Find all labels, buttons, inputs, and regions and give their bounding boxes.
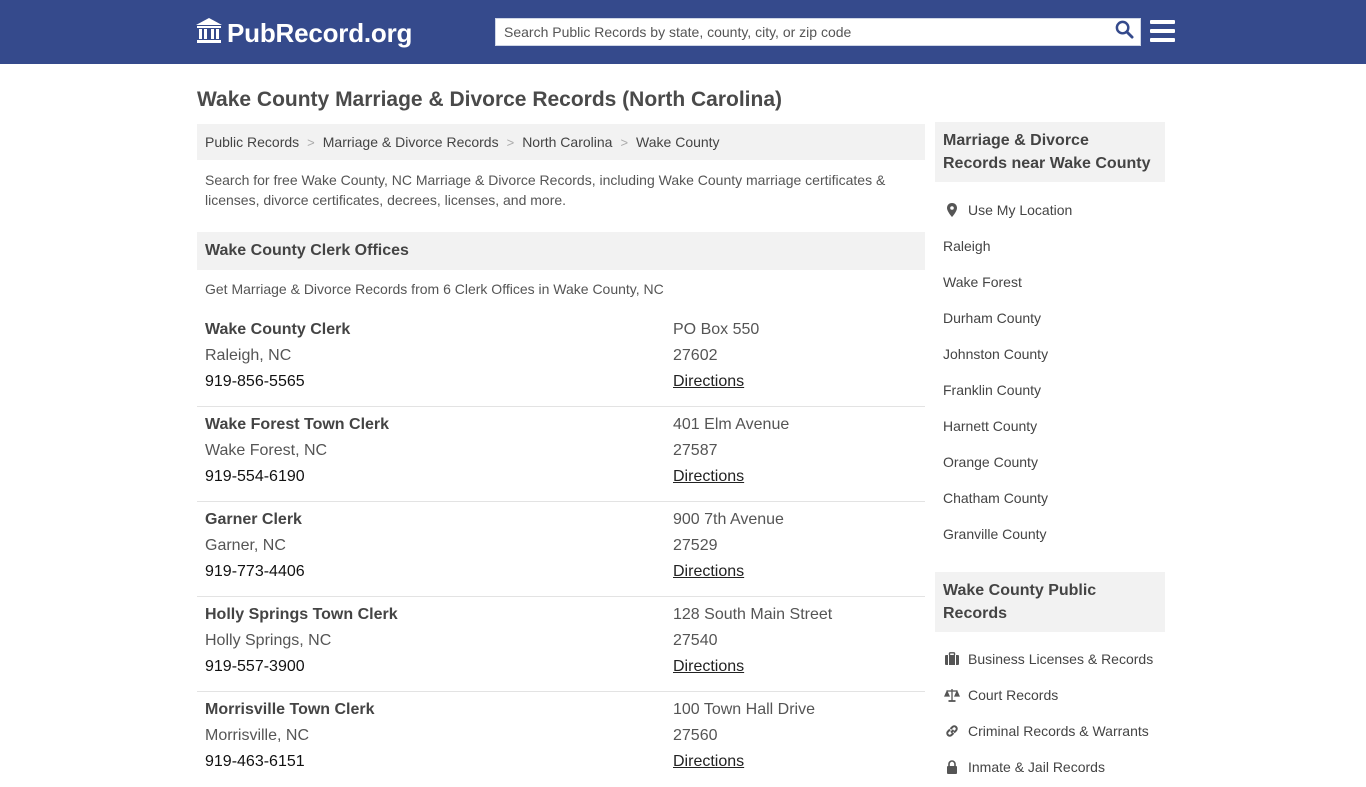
office-name[interactable]: Wake County Clerk: [205, 321, 350, 339]
clerk-offices-heading: Wake County Clerk Offices: [197, 232, 925, 270]
sidebar-nearby-heading: Marriage & Divorce Records near Wake Cou…: [935, 122, 1165, 182]
office-zip: 27560: [673, 727, 718, 744]
office-name[interactable]: Morrisville Town Clerk: [205, 701, 375, 719]
briefcase-icon: [943, 651, 961, 667]
directions-link[interactable]: Directions: [673, 468, 744, 486]
office-city: Morrisville, NC: [205, 727, 309, 744]
nearby-link-granville-county[interactable]: Granville County: [943, 516, 1165, 552]
breadcrumb-separator: >: [506, 134, 515, 150]
office-listing: Holly Springs Town Clerk Holly Springs, …: [197, 597, 925, 692]
directions-link[interactable]: Directions: [673, 753, 744, 771]
office-listing: Garner Clerk Garner, NC 919-773-4406 900…: [197, 502, 925, 597]
clerk-offices-list: Wake County Clerk Raleigh, NC 919-856-55…: [197, 312, 925, 787]
breadcrumb-separator: >: [620, 134, 629, 150]
public-record-label: Business Licenses & Records: [968, 651, 1154, 667]
public-record-label: Criminal Records & Warrants: [968, 723, 1149, 739]
office-zip: 27529: [673, 537, 718, 554]
office-address: 401 Elm Avenue: [673, 416, 790, 433]
nearby-link-raleigh[interactable]: Raleigh: [943, 228, 1165, 264]
directions-link[interactable]: Directions: [673, 373, 744, 391]
sidebar-nearby-list: Use My Location Raleigh Wake Forest Durh…: [943, 192, 1165, 552]
office-name[interactable]: Wake Forest Town Clerk: [205, 416, 389, 434]
office-zip: 27602: [673, 347, 718, 364]
search-icon: [1115, 20, 1134, 44]
office-listing: Wake Forest Town Clerk Wake Forest, NC 9…: [197, 407, 925, 502]
office-zip: 27587: [673, 442, 718, 459]
page-title: Wake County Marriage & Divorce Records (…: [197, 88, 783, 111]
nearby-link-orange-county[interactable]: Orange County: [943, 444, 1165, 480]
nearby-link-johnston-county[interactable]: Johnston County: [943, 336, 1165, 372]
office-phone[interactable]: 919-773-4406: [205, 563, 305, 581]
breadcrumb-north-carolina[interactable]: North Carolina: [522, 134, 612, 150]
intro-text: Search for free Wake County, NC Marriage…: [205, 172, 886, 208]
logo-text: PubRecord.org: [227, 17, 413, 48]
public-record-link-criminal[interactable]: Criminal Records & Warrants: [943, 713, 1165, 749]
office-address: 128 South Main Street: [673, 606, 833, 623]
office-phone[interactable]: 919-557-3900: [205, 658, 305, 676]
office-address: PO Box 550: [673, 321, 760, 338]
top-navbar: PubRecord.org: [0, 0, 1366, 64]
nearby-link-durham-county[interactable]: Durham County: [943, 300, 1165, 336]
nearby-link-harnett-county[interactable]: Harnett County: [943, 408, 1165, 444]
sidebar-public-records-list: Business Licenses & Records Court Record…: [943, 641, 1165, 785]
use-my-location-link[interactable]: Use My Location: [943, 192, 1165, 228]
clerk-offices-subtitle: Get Marriage & Divorce Records from 6 Cl…: [205, 281, 664, 297]
office-phone[interactable]: 919-463-6151: [205, 753, 305, 771]
breadcrumb: Public Records > Marriage & Divorce Reco…: [197, 124, 925, 160]
nearby-link-franklin-county[interactable]: Franklin County: [943, 372, 1165, 408]
nearby-link-chatham-county[interactable]: Chatham County: [943, 480, 1165, 516]
map-marker-icon: [943, 202, 961, 218]
site-logo[interactable]: PubRecord.org: [195, 17, 413, 50]
nearby-link-wake-forest[interactable]: Wake Forest: [943, 264, 1165, 300]
search-button[interactable]: [1112, 20, 1136, 44]
office-city: Holly Springs, NC: [205, 632, 332, 649]
public-record-link-business[interactable]: Business Licenses & Records: [943, 641, 1165, 677]
public-record-label: Court Records: [968, 687, 1059, 703]
search-box: [495, 18, 1141, 46]
office-name[interactable]: Garner Clerk: [205, 511, 302, 529]
office-listing: Morrisville Town Clerk Morrisville, NC 9…: [197, 692, 925, 787]
public-record-link-court[interactable]: Court Records: [943, 677, 1165, 713]
search-input[interactable]: [496, 19, 1106, 45]
office-city: Garner, NC: [205, 537, 286, 554]
courthouse-icon: [195, 17, 223, 50]
breadcrumb-wake-county[interactable]: Wake County: [636, 134, 720, 150]
directions-link[interactable]: Directions: [673, 658, 744, 676]
office-phone[interactable]: 919-554-6190: [205, 468, 305, 486]
breadcrumb-separator: >: [307, 134, 315, 150]
office-phone[interactable]: 919-856-5565: [205, 373, 305, 391]
hamburger-menu-icon[interactable]: [1150, 19, 1176, 43]
lock-icon: [943, 759, 961, 775]
breadcrumb-marriage-divorce[interactable]: Marriage & Divorce Records: [323, 134, 499, 150]
office-address: 100 Town Hall Drive: [673, 701, 815, 718]
link-icon: [943, 723, 961, 739]
office-city: Raleigh, NC: [205, 347, 292, 364]
scales-icon: [943, 687, 961, 703]
office-name[interactable]: Holly Springs Town Clerk: [205, 606, 398, 624]
office-address: 900 7th Avenue: [673, 511, 784, 528]
office-city: Wake Forest, NC: [205, 442, 328, 459]
office-zip: 27540: [673, 632, 718, 649]
public-record-link-inmate[interactable]: Inmate & Jail Records: [943, 749, 1165, 785]
sidebar-public-records-heading: Wake County Public Records: [935, 572, 1165, 632]
office-listing: Wake County Clerk Raleigh, NC 919-856-55…: [197, 312, 925, 407]
breadcrumb-public-records[interactable]: Public Records: [205, 134, 299, 150]
use-my-location-label: Use My Location: [968, 202, 1073, 218]
directions-link[interactable]: Directions: [673, 563, 744, 581]
public-record-label: Inmate & Jail Records: [968, 759, 1105, 775]
